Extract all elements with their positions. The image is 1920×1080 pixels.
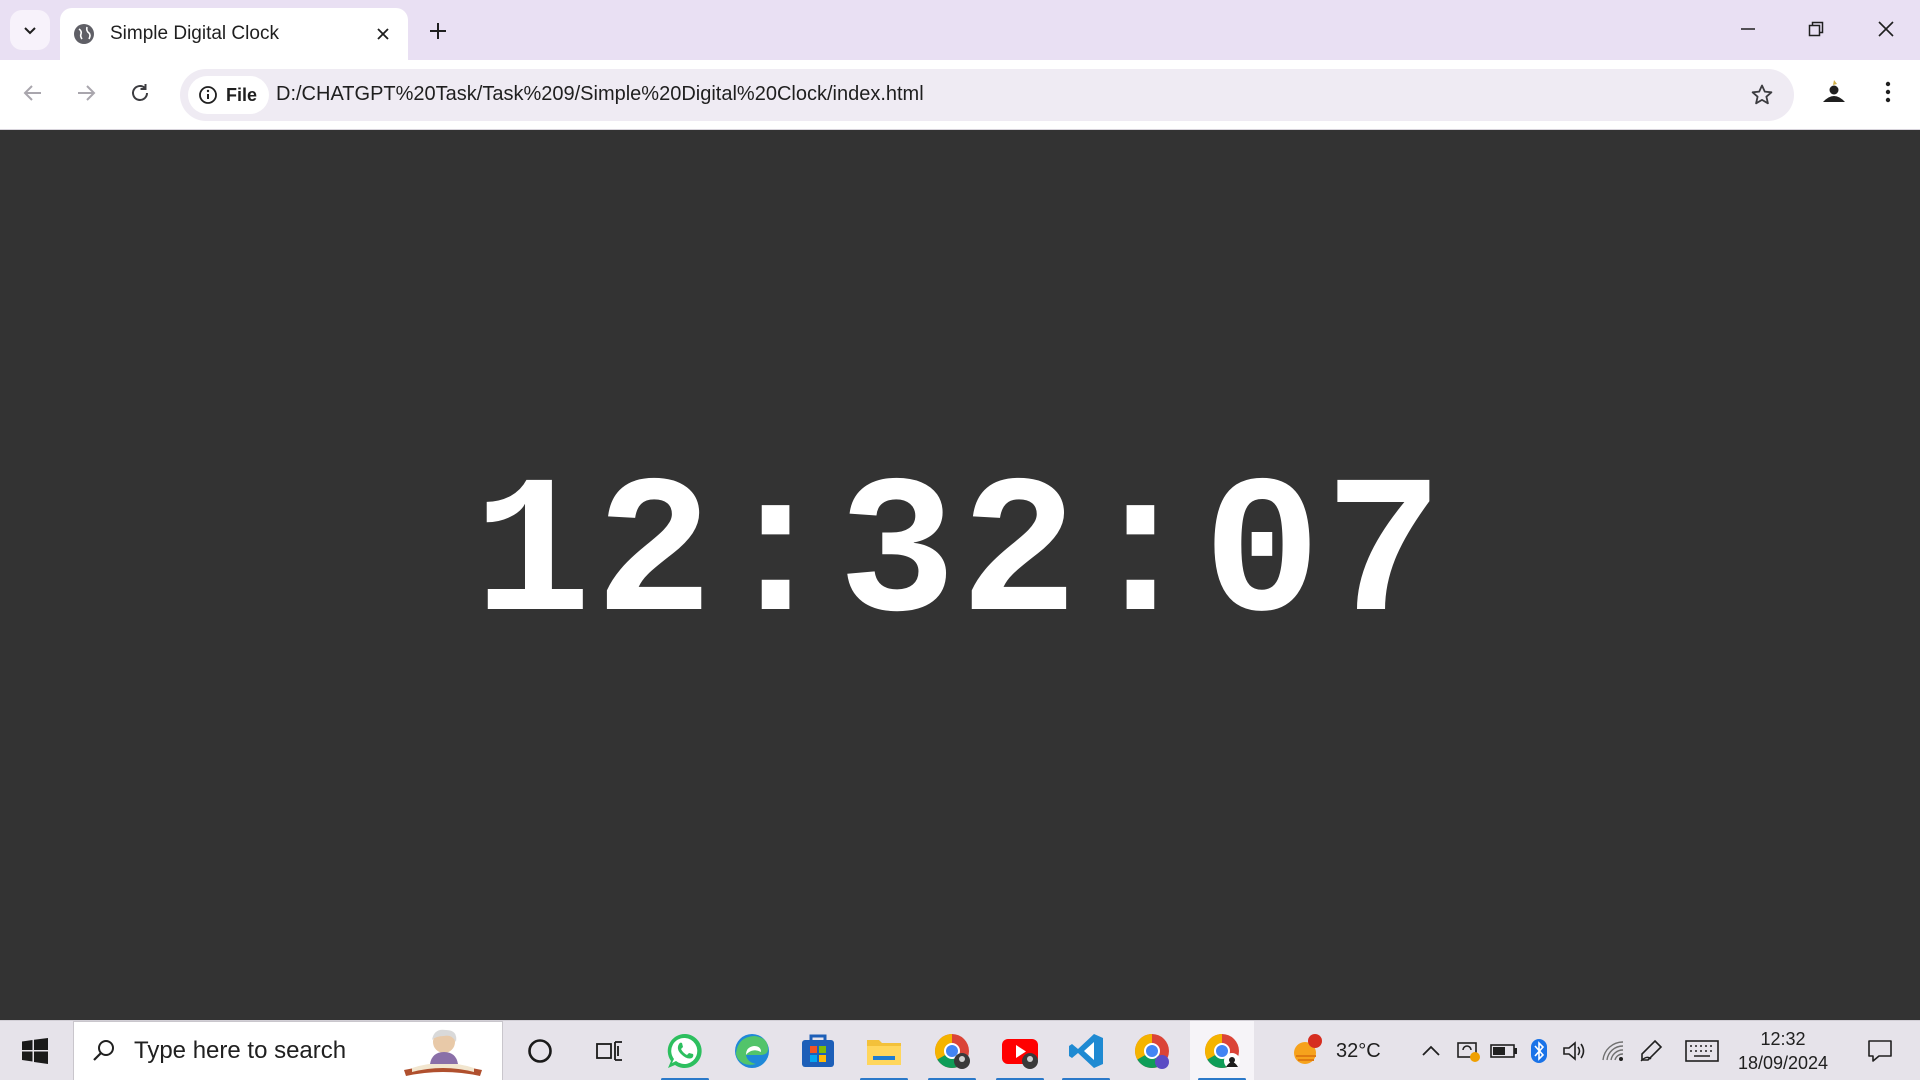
tray-volume[interactable] [1558, 1021, 1592, 1080]
notification-center-button[interactable] [1850, 1021, 1910, 1080]
search-highlight-illustration [402, 1026, 484, 1078]
bookmark-star-icon [1751, 84, 1773, 105]
bluetooth-icon [1531, 1039, 1547, 1063]
tab-search-button[interactable] [10, 10, 50, 50]
site-info-chip[interactable]: File [188, 76, 270, 114]
browser-toolbar: File D:/CHATGPT%20Task/Task%209/Simple%2… [0, 60, 1920, 130]
bookmark-button[interactable] [1746, 79, 1778, 111]
tray-battery[interactable] [1487, 1021, 1521, 1080]
forward-arrow-icon [78, 85, 96, 101]
tray-keyboard[interactable] [1682, 1021, 1722, 1080]
page-content: 12:32:07 [0, 131, 1920, 1020]
sync-icon [1457, 1042, 1480, 1062]
microsoft-store-icon [802, 1034, 834, 1067]
profile-button[interactable] [1814, 72, 1854, 112]
info-icon [199, 86, 217, 104]
taskbar-time: 12:32 [1760, 1029, 1806, 1049]
browser-tab[interactable]: Simple Digital Clock [60, 8, 408, 60]
taskbar-app-edge[interactable] [720, 1021, 784, 1080]
close-window-button[interactable] [1852, 0, 1920, 58]
weather-sun-icon [1294, 1034, 1322, 1064]
forward-button[interactable] [66, 73, 106, 113]
tab-strip: Simple Digital Clock [0, 0, 1920, 60]
task-view-icon [596, 1041, 622, 1061]
search-placeholder: Type here to search [134, 1037, 347, 1064]
file-explorer-icon [867, 1040, 901, 1065]
vscode-icon [1069, 1034, 1103, 1068]
taskbar-app-store[interactable] [786, 1021, 850, 1080]
search-icon [88, 1035, 120, 1067]
cortana-circle-icon [528, 1039, 552, 1063]
close-icon [377, 28, 389, 40]
taskbar-app-chrome-2[interactable] [1120, 1021, 1184, 1080]
address-bar[interactable]: File D:/CHATGPT%20Task/Task%209/Simple%2… [180, 69, 1794, 121]
chrome-icon [1205, 1034, 1240, 1069]
tray-bluetooth[interactable] [1522, 1021, 1556, 1080]
notification-icon [1868, 1040, 1892, 1062]
tab-title: Simple Digital Clock [110, 23, 279, 44]
taskbar-date: 18/09/2024 [1737, 1053, 1829, 1073]
new-tab-button[interactable] [420, 13, 456, 49]
minimize-button[interactable] [1714, 0, 1782, 58]
taskbar-app-file-explorer[interactable] [852, 1021, 916, 1080]
restore-button[interactable] [1782, 0, 1850, 58]
reload-icon [132, 84, 148, 101]
taskbar-app-youtube[interactable] [988, 1021, 1052, 1080]
wifi-icon [1602, 1041, 1624, 1061]
taskbar-app-vscode[interactable] [1054, 1021, 1118, 1080]
back-arrow-icon [23, 85, 41, 101]
plus-icon [430, 23, 446, 39]
tray-sync[interactable] [1451, 1021, 1485, 1080]
taskbar-search-box[interactable]: Type here to search [73, 1021, 503, 1080]
url-text[interactable]: D:/CHATGPT%20Task/Task%209/Simple%20Digi… [276, 83, 924, 106]
reload-button[interactable] [120, 73, 160, 113]
chrome-icon [935, 1034, 970, 1069]
chevron-down-icon [24, 27, 36, 35]
taskbar: Type here to search 32°C 12:32 18/09/202… [0, 1020, 1920, 1080]
tray-pen[interactable] [1634, 1021, 1668, 1080]
restore-icon [1808, 21, 1824, 37]
battery-icon [1490, 1044, 1517, 1058]
windows-logo-icon [22, 1038, 48, 1064]
chrome-icon [1135, 1034, 1169, 1069]
tab-close-button[interactable] [368, 19, 398, 49]
cortana-button[interactable] [508, 1021, 572, 1080]
globe-icon [72, 22, 96, 46]
taskbar-app-whatsapp[interactable] [653, 1021, 717, 1080]
menu-button[interactable] [1868, 72, 1908, 112]
taskbar-app-chrome-3[interactable] [1190, 1021, 1254, 1080]
menu-kebab-icon [1885, 81, 1891, 103]
digital-clock-display: 12:32:07 [473, 446, 1447, 668]
taskbar-app-chrome-1[interactable] [920, 1021, 984, 1080]
volume-icon [1563, 1041, 1585, 1061]
pen-icon [1640, 1039, 1663, 1062]
youtube-icon [1002, 1039, 1038, 1069]
edge-icon [735, 1034, 769, 1068]
keyboard-icon [1685, 1040, 1719, 1062]
back-button[interactable] [13, 73, 53, 113]
task-view-button[interactable] [578, 1021, 642, 1080]
weather-widget[interactable]: 32°C [1288, 1021, 1398, 1080]
tray-wifi[interactable] [1596, 1021, 1630, 1080]
start-button[interactable] [0, 1021, 70, 1080]
profile-avatar-icon [1819, 77, 1849, 107]
minimize-icon [1741, 28, 1755, 30]
show-hidden-icons-button[interactable] [1414, 1021, 1448, 1080]
taskbar-clock[interactable]: 12:32 18/09/2024 [1722, 1027, 1844, 1075]
close-icon [1878, 21, 1894, 37]
whatsapp-icon [667, 1033, 702, 1068]
site-info-label: File [226, 84, 258, 105]
chevron-up-icon [1422, 1045, 1440, 1056]
weather-temperature: 32°C [1336, 1039, 1381, 1062]
